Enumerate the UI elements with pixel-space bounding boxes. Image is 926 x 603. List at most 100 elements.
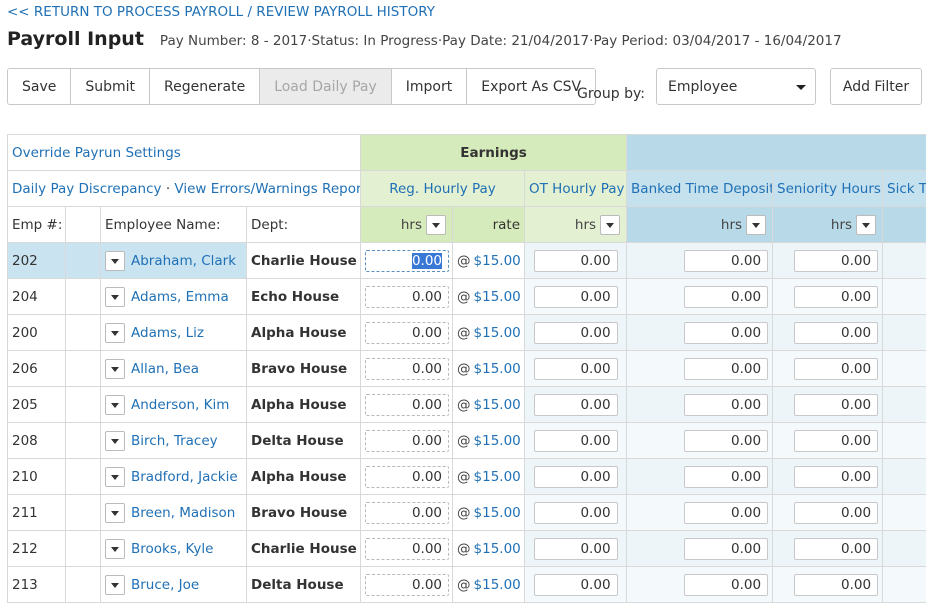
col-ot-hourly-pay[interactable]: OT Hourly Pay	[525, 171, 627, 207]
employee-name-link[interactable]: Bruce, Joe	[131, 577, 199, 593]
return-to-process-payroll-link[interactable]: << RETURN TO PROCESS PAYROLL / REVIEW PA…	[7, 4, 435, 20]
unit-dropdown[interactable]	[856, 215, 876, 235]
rate-link[interactable]: $15.00	[474, 289, 521, 305]
banked-hrs-input[interactable]: 0.00	[684, 538, 768, 560]
override-payrun-settings-link[interactable]: Override Payrun Settings	[12, 145, 181, 161]
ot-hrs-input[interactable]: 0.00	[534, 250, 618, 272]
employee-name-link[interactable]: Anderson, Kim	[131, 397, 229, 413]
banked-hrs-input[interactable]: 0.00	[684, 358, 768, 380]
banked-hrs-input[interactable]: 0.00	[684, 286, 768, 308]
row-action-dropdown[interactable]	[105, 575, 125, 595]
col-seniority-hours[interactable]: Seniority Hours	[773, 171, 883, 207]
banked-hrs-input[interactable]: 0.00	[684, 250, 768, 272]
reg-hrs-input[interactable]: 0.00	[365, 502, 449, 524]
rate-link[interactable]: $15.00	[474, 397, 521, 413]
row-action-dropdown[interactable]	[105, 323, 125, 343]
reg-hrs-input[interactable]: 0.00	[365, 250, 449, 272]
banked-cell: 0.00	[627, 567, 773, 603]
ot-hrs-input[interactable]: 0.00	[534, 358, 618, 380]
table-row: 213 Bruce, Joe Delta House 0.00 @$15.00 …	[8, 567, 926, 603]
rate-link[interactable]: $15.00	[474, 433, 521, 449]
rate-link[interactable]: $15.00	[474, 361, 521, 377]
employee-name-link[interactable]: Birch, Tracey	[131, 433, 218, 449]
banked-hrs-input[interactable]: 0.00	[684, 394, 768, 416]
employee-name-link[interactable]: Abraham, Clark	[131, 253, 236, 269]
banked-hrs-input[interactable]: 0.00	[684, 574, 768, 596]
seniority-hrs-input[interactable]: 0.00	[794, 430, 878, 452]
reg-hrs-input[interactable]: 0.00	[365, 358, 449, 380]
add-filter-button[interactable]: Add Filter	[830, 68, 922, 105]
rate-link[interactable]: $15.00	[474, 325, 521, 341]
ot-hrs-input[interactable]: 0.00	[534, 322, 618, 344]
regenerate-button[interactable]: Regenerate	[150, 69, 260, 104]
col-banked-time-deposit[interactable]: Banked Time Deposit	[627, 171, 773, 207]
reg-hrs-input[interactable]: 0.00	[365, 430, 449, 452]
ot-hrs-input[interactable]: 0.00	[534, 430, 618, 452]
header-emp-no: Emp #:	[8, 207, 66, 243]
employee-name-link[interactable]: Adams, Liz	[131, 325, 204, 341]
employee-name-link[interactable]: Breen, Madison	[131, 505, 235, 521]
reg-hrs-input[interactable]: 0.00	[365, 394, 449, 416]
group-by-select[interactable]: Employee	[656, 68, 816, 105]
reg-hrs-input[interactable]: 0.00	[365, 538, 449, 560]
save-button[interactable]: Save	[8, 69, 71, 104]
row-action-dropdown[interactable]	[105, 395, 125, 415]
unit-dropdown[interactable]	[426, 215, 446, 235]
row-spacer	[66, 315, 101, 351]
rate-link[interactable]: $15.00	[474, 505, 521, 521]
row-action-dropdown[interactable]	[105, 359, 125, 379]
rate-link[interactable]: $15.00	[474, 541, 521, 557]
col-reg-hourly-pay[interactable]: Reg. Hourly Pay	[361, 171, 525, 207]
ot-hrs-input[interactable]: 0.00	[534, 502, 618, 524]
ot-hrs-input[interactable]: 0.00	[534, 466, 618, 488]
row-action-dropdown[interactable]	[105, 431, 125, 451]
rate-prefix: @	[457, 577, 471, 593]
seniority-hrs-input[interactable]: 0.00	[794, 574, 878, 596]
employee-name-link[interactable]: Bradford, Jackie	[131, 469, 238, 485]
reg-hrs-input[interactable]: 0.00	[365, 466, 449, 488]
seniority-hrs-input[interactable]: 0.00	[794, 286, 878, 308]
rate-link[interactable]: $15.00	[474, 577, 521, 593]
row-action-dropdown[interactable]	[105, 503, 125, 523]
load-daily-pay-button[interactable]: Load Daily Pay	[260, 69, 392, 104]
employee-name-link[interactable]: Brooks, Kyle	[131, 541, 213, 557]
reg-hrs-input[interactable]: 0.00	[365, 322, 449, 344]
row-action-dropdown[interactable]	[105, 467, 125, 487]
seniority-hrs-input[interactable]: 0.00	[794, 322, 878, 344]
row-action-dropdown[interactable]	[105, 251, 125, 271]
ot-hrs-input[interactable]: 0.00	[534, 286, 618, 308]
employee-name-link[interactable]: Adams, Emma	[131, 289, 229, 305]
employee-cell: Abraham, Clark	[101, 243, 247, 279]
seniority-hrs-input[interactable]: 0.00	[794, 394, 878, 416]
table-row: 200 Adams, Liz Alpha House 0.00 @$15.00 …	[8, 315, 926, 351]
seniority-hrs-input[interactable]: 0.00	[794, 250, 878, 272]
banked-hrs-input[interactable]: 0.00	[684, 466, 768, 488]
daily-pay-discrepancy-link[interactable]: Daily Pay Discrepancy	[12, 181, 162, 197]
row-action-dropdown[interactable]	[105, 287, 125, 307]
rate-link[interactable]: $15.00	[474, 253, 521, 269]
banked-hrs-input[interactable]: 0.00	[684, 430, 768, 452]
seniority-hrs-input[interactable]: 0.00	[794, 538, 878, 560]
seniority-hrs-input[interactable]: 0.00	[794, 358, 878, 380]
chevron-down-icon	[432, 223, 440, 228]
ot-hrs-input[interactable]: 0.00	[534, 574, 618, 596]
col-sick-time[interactable]: Sick Ti	[883, 171, 926, 207]
row-spacer	[66, 423, 101, 459]
reg-hrs-input[interactable]: 0.00	[365, 574, 449, 596]
rate-link[interactable]: $15.00	[474, 469, 521, 485]
seniority-hrs-input[interactable]: 0.00	[794, 466, 878, 488]
banked-hrs-input[interactable]: 0.00	[684, 322, 768, 344]
export-csv-button[interactable]: Export As CSV	[467, 69, 595, 104]
import-button[interactable]: Import	[392, 69, 467, 104]
seniority-hrs-input[interactable]: 0.00	[794, 502, 878, 524]
view-errors-warnings-link[interactable]: View Errors/Warnings Report	[174, 181, 360, 197]
row-action-dropdown[interactable]	[105, 539, 125, 559]
unit-dropdown[interactable]	[600, 215, 620, 235]
submit-button[interactable]: Submit	[71, 69, 150, 104]
employee-name-link[interactable]: Allan, Bea	[131, 361, 199, 377]
unit-dropdown[interactable]	[746, 215, 766, 235]
reg-hrs-input[interactable]: 0.00	[365, 286, 449, 308]
banked-hrs-input[interactable]: 0.00	[684, 502, 768, 524]
ot-hrs-input[interactable]: 0.00	[534, 538, 618, 560]
ot-hrs-input[interactable]: 0.00	[534, 394, 618, 416]
